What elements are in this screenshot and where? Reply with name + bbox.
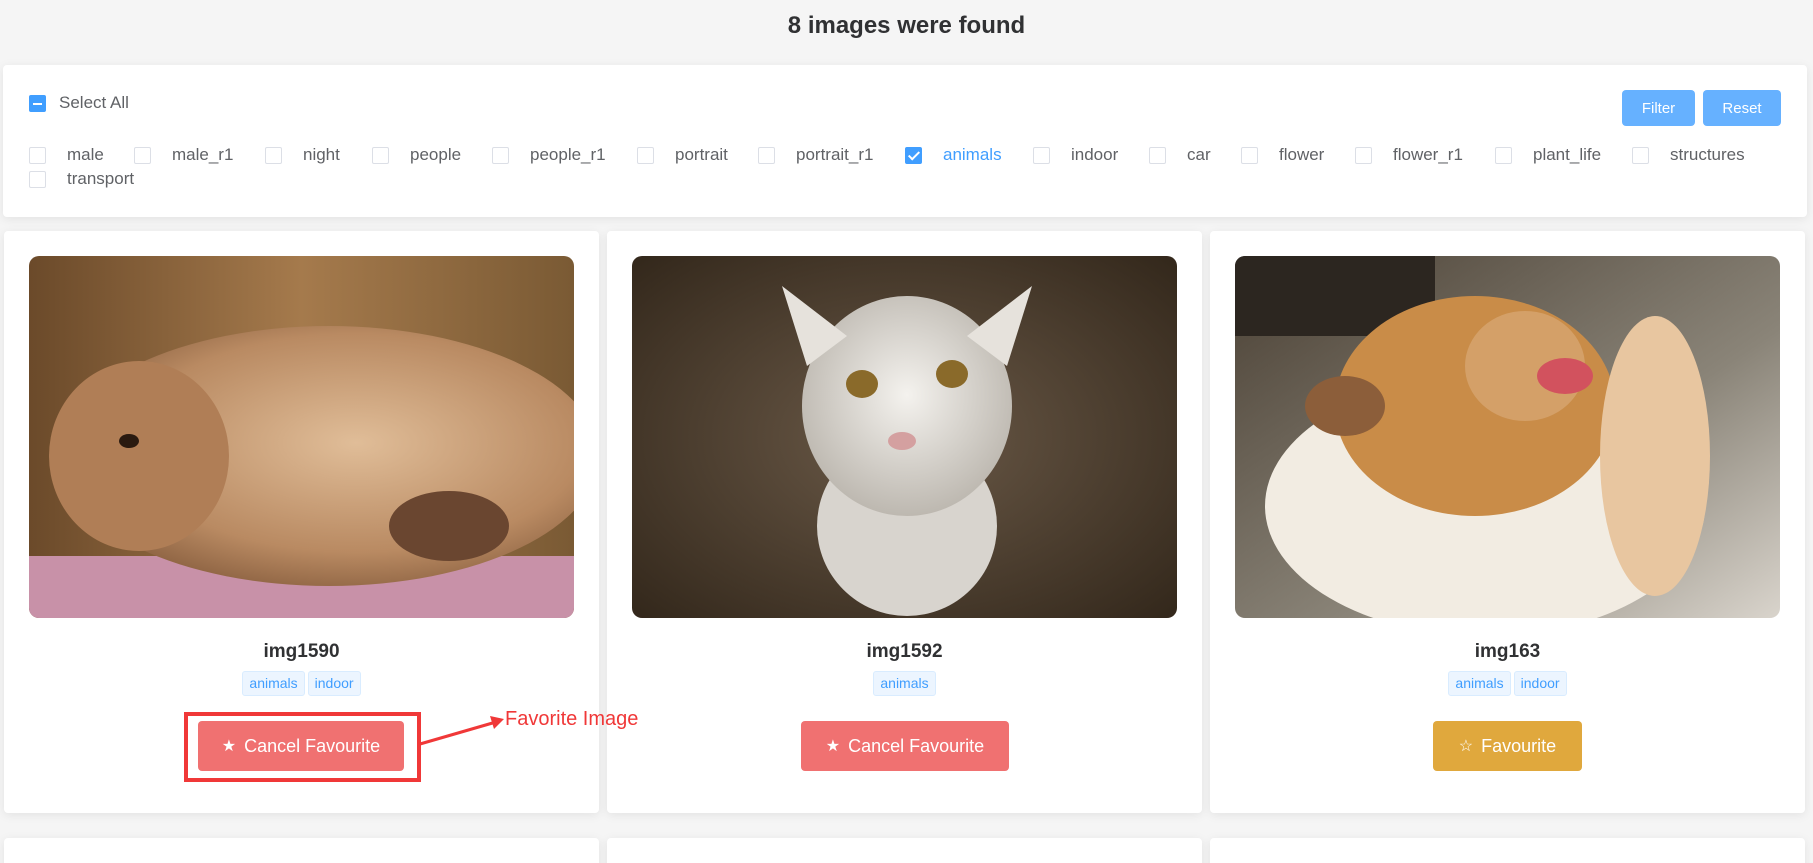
tag: animals [242, 671, 305, 696]
category-label: structures [1670, 145, 1745, 164]
star-filled-icon: ★ [825, 738, 841, 755]
filter-panel [3, 65, 1807, 217]
category-plant-life[interactable]: plant_life [1495, 145, 1632, 165]
image-name: img1590 [263, 641, 340, 662]
category-checkbox[interactable] [1033, 146, 1050, 164]
category-checkbox[interactable] [134, 146, 151, 164]
annotation-highlight-box [184, 712, 421, 782]
category-checkbox[interactable] [1355, 146, 1372, 164]
image-thumbnail[interactable] [1235, 256, 1780, 618]
select-all-box[interactable] [29, 94, 46, 112]
category-portrait-r1[interactable]: portrait_r1 [758, 145, 905, 165]
category-checkbox[interactable] [265, 146, 282, 164]
tag-list: animals [607, 671, 1202, 696]
image-card: img163 animals indoor ☆ Favourite [1210, 231, 1805, 813]
category-label: portrait [675, 145, 728, 164]
category-flower[interactable]: flower [1241, 145, 1355, 165]
category-label: plant_life [1533, 145, 1602, 164]
tag: indoor [1513, 671, 1567, 696]
category-label: male [67, 145, 104, 164]
category-label: flower [1279, 145, 1325, 164]
category-label: animals [943, 145, 1002, 164]
category-male-r1[interactable]: male_r1 [134, 145, 265, 165]
category-checkbox[interactable] [637, 146, 654, 164]
button-label: Cancel Favourite [848, 735, 985, 756]
category-checkbox[interactable] [905, 146, 922, 164]
tag: animals [1448, 671, 1511, 696]
button-label: Favourite [1481, 735, 1557, 756]
tag: animals [873, 671, 936, 696]
tag: indoor [307, 671, 361, 696]
filter-button[interactable]: Filter [1622, 90, 1695, 126]
category-checkbox[interactable] [372, 146, 389, 164]
image-name: img1592 [866, 641, 943, 662]
category-checkbox[interactable] [29, 146, 46, 164]
star-outline-icon: ☆ [1458, 738, 1474, 755]
category-night[interactable]: night [265, 145, 372, 165]
image-card [607, 838, 1202, 863]
category-indoor[interactable]: indoor [1033, 145, 1149, 165]
select-all-label: Select All [59, 93, 129, 112]
tag-list: animals indoor [1210, 671, 1805, 696]
annotation-label: Favorite Image [505, 708, 639, 730]
category-people-r1[interactable]: people_r1 [492, 145, 637, 165]
category-label: flower_r1 [1393, 145, 1463, 164]
category-checkbox[interactable] [1149, 146, 1166, 164]
image-name: img163 [1474, 641, 1541, 662]
category-label: car [1187, 145, 1211, 164]
image-card [4, 838, 599, 863]
image-thumbnail[interactable] [29, 256, 574, 618]
category-portrait[interactable]: portrait [637, 145, 758, 165]
category-row-2: transport [29, 169, 134, 189]
category-label: transport [67, 169, 135, 188]
category-label: indoor [1071, 145, 1119, 164]
category-checkbox[interactable] [492, 146, 509, 164]
reset-button[interactable]: Reset [1703, 90, 1781, 126]
category-label: male_r1 [172, 145, 234, 164]
category-checkbox[interactable] [1241, 146, 1258, 164]
orange-cat-photo [1235, 256, 1780, 618]
category-structures[interactable]: structures [1632, 145, 1752, 165]
category-flower-r1[interactable]: flower_r1 [1355, 145, 1495, 165]
category-row-1: male male_r1 night people people_r1 port… [29, 145, 1752, 165]
category-animals[interactable]: animals [905, 145, 1033, 165]
favourite-button[interactable]: ☆ Favourite [1433, 721, 1582, 771]
page-title: 8 images were found [787, 12, 1026, 39]
category-checkbox[interactable] [1632, 146, 1649, 164]
annotation-arrow-icon [419, 716, 504, 746]
category-people[interactable]: people [372, 145, 492, 165]
image-thumbnail[interactable] [632, 256, 1177, 618]
category-checkbox[interactable] [1495, 146, 1512, 164]
category-label: night [303, 145, 340, 164]
image-card: img1592 animals ★ Cancel Favourite [607, 231, 1202, 813]
category-label: portrait_r1 [796, 145, 874, 164]
white-cat-photo [632, 256, 1177, 618]
category-car[interactable]: car [1149, 145, 1241, 165]
cancel-favourite-button[interactable]: ★ Cancel Favourite [801, 721, 1009, 771]
category-checkbox[interactable] [29, 170, 46, 188]
select-all-checkbox[interactable]: Select All [29, 93, 129, 113]
tag-list: animals indoor [4, 671, 599, 696]
category-label: people [410, 145, 462, 164]
category-transport[interactable]: transport [29, 169, 134, 189]
category-male[interactable]: male [29, 145, 134, 165]
image-card [1210, 838, 1805, 863]
category-checkbox[interactable] [758, 146, 775, 164]
rabbit-photo [29, 256, 574, 618]
category-label: people_r1 [530, 145, 606, 164]
